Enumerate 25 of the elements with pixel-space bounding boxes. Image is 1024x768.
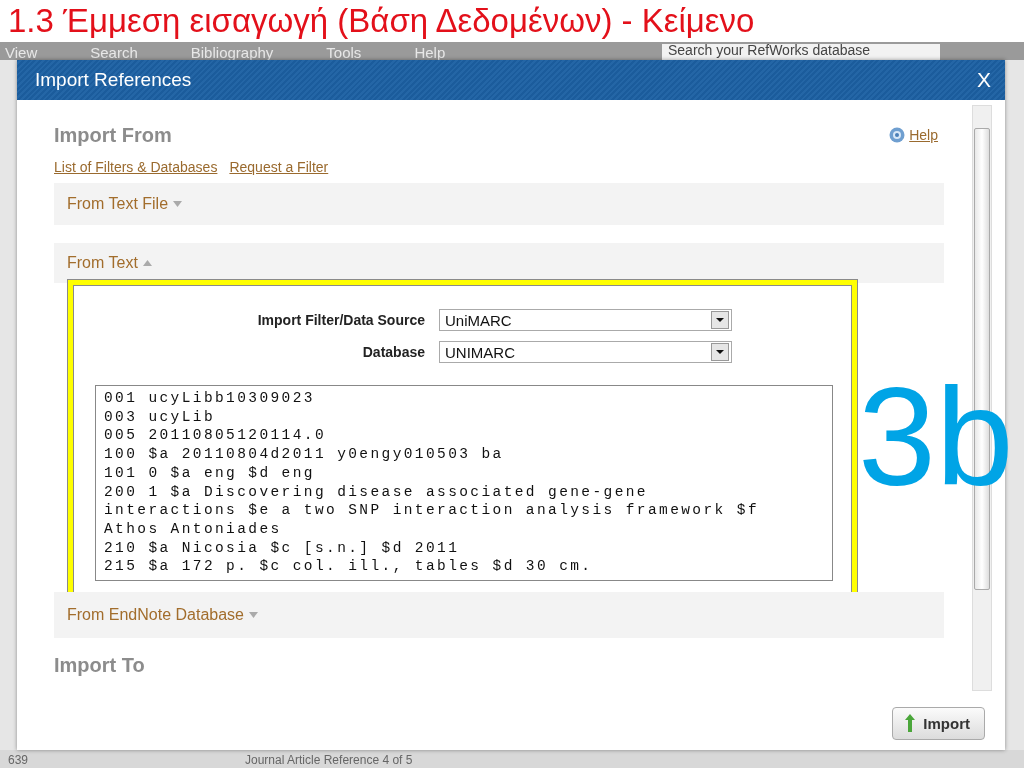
section-header[interactable]: From Text: [54, 243, 944, 283]
link[interactable]: Request a Filter: [229, 159, 329, 175]
section-title: From Text File: [67, 195, 169, 213]
link[interactable]: List of Filters & Databases: [54, 159, 218, 175]
overlay-label: 3b: [858, 362, 1014, 512]
close-button[interactable]: X: [975, 68, 993, 92]
section-heading: Import From: [54, 123, 172, 148]
section-heading: Import To: [54, 653, 146, 678]
dropdown[interactable]: UNIMARC: [439, 341, 732, 363]
help-link[interactable]: Help: [909, 127, 938, 143]
help-icon: [889, 127, 906, 143]
section-title: From Text: [67, 254, 138, 272]
section-header[interactable]: From EndNote Database: [54, 592, 944, 638]
search-field[interactable]: Search your RefWorks database: [662, 44, 940, 60]
import-button[interactable]: Import: [892, 706, 985, 740]
field-label: Database: [361, 344, 425, 360]
field-label: Import Filter/Data Source: [256, 312, 425, 328]
up-arrow-icon: [905, 714, 916, 732]
dialog-title: Import References: [35, 69, 192, 91]
status-text: Journal Article Reference 4 of 5: [245, 754, 413, 767]
text-input-field[interactable]: 001 ucyLibb10309023 003 ucyLib 005 20110805120114.0 100 $a 20110804d2011 y0engy010503 ba 101 0 $a eng $d eng 200 1 $a Discovering disease associated gene-gene interactions $e a two SNP interaction analysis framework $f Athos Antoniades 210 $a Nicosia $c [s.n.] $d 2011 215 $a 172 p. $c col. ill., tables $d 30 cm.: [95, 385, 833, 581]
dropdown[interactable]: UniMARC: [439, 309, 732, 331]
status-text: 639: [8, 754, 30, 767]
section-header[interactable]: From Text File: [54, 183, 944, 225]
section-title: From EndNote Database: [67, 606, 244, 624]
